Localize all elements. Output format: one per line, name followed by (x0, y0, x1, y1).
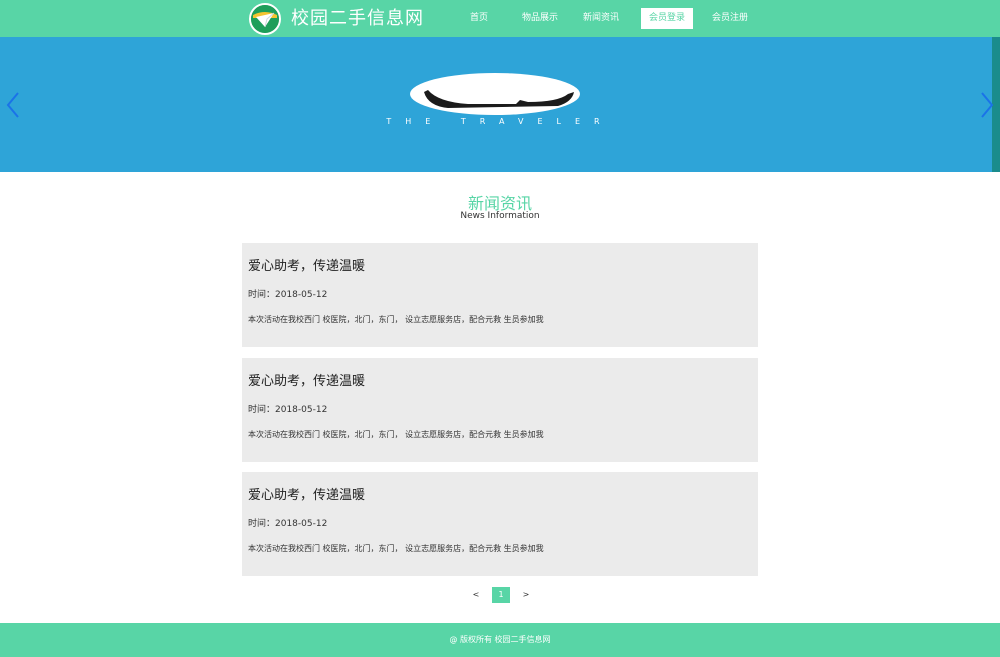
nav-item-home[interactable]: 首页 (453, 8, 505, 29)
nav-item-register[interactable]: 会员注册 (704, 8, 756, 29)
prev-page-button[interactable]: < (466, 587, 486, 603)
news-card[interactable]: 爱心助考，传递温暖 时间：2018-05-12 本次活动在我校西门 校医院，北门… (242, 472, 758, 576)
news-summary: 本次活动在我校西门 校医院，北门，东门， 设立志愿服务店，配合元救 生员参加我 (248, 544, 544, 553)
nav-item-news[interactable]: 新闻资讯 (574, 8, 628, 29)
site-title[interactable]: 校园二手信息网 (291, 3, 424, 35)
news-card[interactable]: 爱心助考，传递温暖 时间：2018-05-12 本次活动在我校西门 校医院，北门… (242, 358, 758, 462)
news-date: 时间：2018-05-12 (248, 290, 328, 300)
next-page-button[interactable]: > (516, 587, 536, 603)
nav-item-login[interactable]: 会员登录 (641, 8, 693, 29)
traveler-ellipse-graphic (410, 73, 580, 115)
paper-plane-logo-icon (249, 3, 281, 35)
news-date: 时间：2018-05-12 (248, 405, 328, 415)
chevron-right-icon[interactable] (978, 91, 996, 119)
nav-item-items[interactable]: 物品展示 (511, 8, 569, 29)
section-subtitle: News Information (460, 211, 540, 221)
copyright-text: @ 版权所有 校园二手信息网 (449, 635, 551, 644)
top-header: 校园二手信息网 首页 物品展示 新闻资讯 会员登录 会员注册 (0, 0, 1000, 37)
news-card[interactable]: 爱心助考，传递温暖 时间：2018-05-12 本次活动在我校西门 校医院，北门… (242, 243, 758, 347)
news-date: 时间：2018-05-12 (248, 519, 328, 529)
page-1-button[interactable]: 1 (492, 587, 510, 603)
main-nav: 首页 物品展示 新闻资讯 会员登录 会员注册 (453, 8, 756, 29)
news-summary: 本次活动在我校西门 校医院，北门，东门， 设立志愿服务店，配合元救 生员参加我 (248, 315, 544, 324)
news-title[interactable]: 爱心助考，传递温暖 (248, 255, 365, 274)
banner-carousel: THE TRAVELER (0, 37, 1000, 172)
pagination: < 1 > (466, 587, 536, 603)
footer: @ 版权所有 校园二手信息网 (0, 623, 1000, 657)
news-title[interactable]: 爱心助考，传递温暖 (248, 484, 365, 503)
news-summary: 本次活动在我校西门 校医院，北门，东门， 设立志愿服务店，配合元救 生员参加我 (248, 430, 544, 439)
site-logo[interactable]: 校园二手信息网 (249, 3, 424, 35)
banner-tagline: THE TRAVELER (386, 117, 614, 126)
news-title[interactable]: 爱心助考，传递温暖 (248, 370, 365, 389)
chevron-left-icon[interactable] (4, 91, 22, 119)
